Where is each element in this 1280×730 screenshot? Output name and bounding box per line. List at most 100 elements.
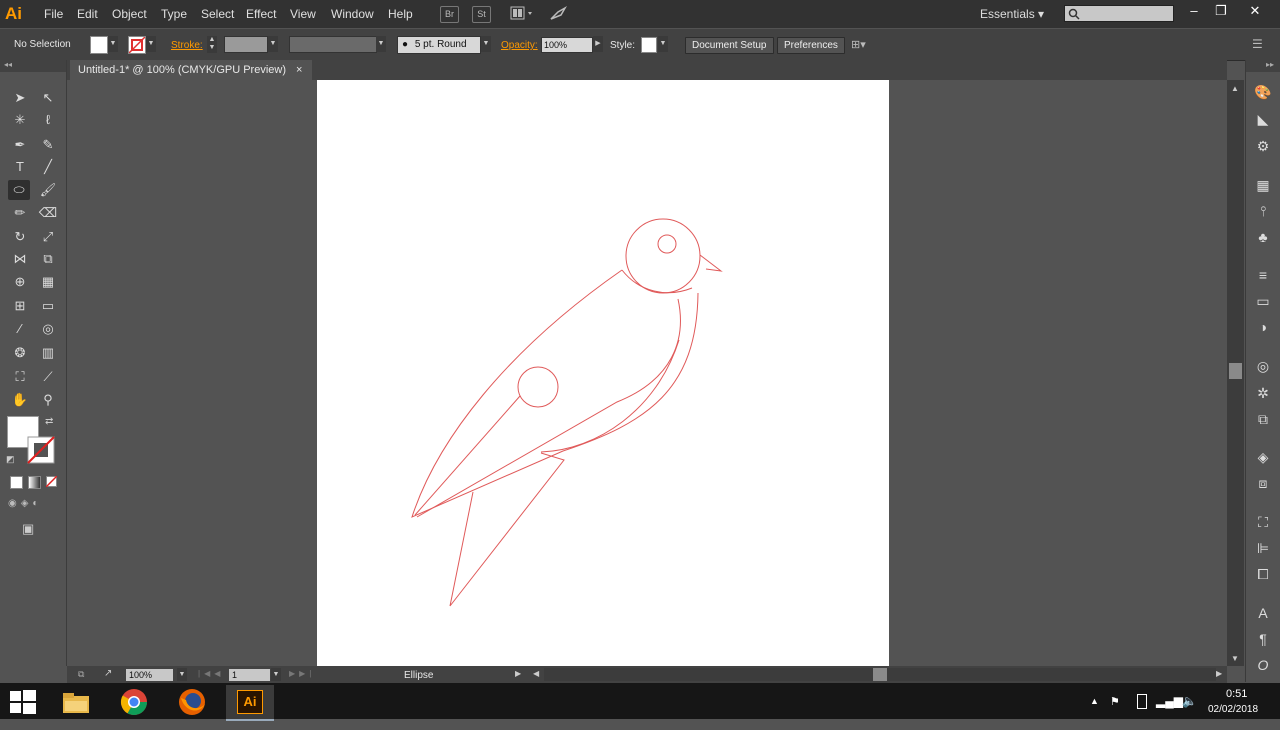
workspace-switcher[interactable]: Essentials ▾: [980, 7, 1044, 21]
layers-icon[interactable]: ◈: [1254, 448, 1272, 466]
screen-mode-icon[interactable]: ▣: [22, 521, 34, 537]
network-icon[interactable]: ▂▄▆: [1156, 694, 1183, 708]
perspective-grid-tool-icon[interactable]: ▦: [37, 272, 59, 292]
symbol-sprayer-tool-icon[interactable]: ❂: [9, 343, 31, 363]
ellipse-tool-icon[interactable]: ⬭: [8, 180, 30, 200]
color-mode-icon[interactable]: [10, 476, 23, 489]
hand-tool-icon[interactable]: ✋: [9, 390, 31, 410]
windows-start-icon[interactable]: [10, 690, 36, 714]
minimize-button[interactable]: –: [1183, 2, 1205, 20]
pathfinder-icon[interactable]: ⧠: [1254, 565, 1272, 583]
gradient-mode-icon[interactable]: [28, 476, 41, 489]
menu-type[interactable]: Type: [161, 7, 187, 21]
volume-icon[interactable]: 🔈: [1182, 694, 1197, 708]
artboard-dropdown[interactable]: ▼: [271, 668, 281, 681]
document-setup-button[interactable]: Document Setup: [685, 37, 774, 54]
dock-header[interactable]: ▸▸: [1246, 60, 1280, 72]
preferences-button[interactable]: Preferences: [777, 37, 845, 54]
artboard-next-icons[interactable]: ▶▶|: [289, 669, 315, 678]
stock-icon[interactable]: St: [472, 6, 491, 23]
document-tab[interactable]: Untitled-1* @ 100% (CMYK/GPU Preview) ×: [70, 60, 312, 80]
blend-tool-icon[interactable]: ◎: [37, 319, 59, 339]
gradient-panel-icon[interactable]: ▭: [1254, 292, 1272, 310]
opacity-field[interactable]: 100%: [541, 37, 593, 53]
menu-help[interactable]: Help: [388, 7, 413, 21]
search-input[interactable]: [1064, 5, 1174, 22]
artboard-tool-icon[interactable]: ⛶: [9, 367, 31, 387]
graphic-style-swatch[interactable]: [641, 37, 657, 53]
appearance-icon[interactable]: ◎: [1254, 357, 1272, 375]
tray-expand-icon[interactable]: ▲: [1090, 696, 1099, 706]
draw-mode-icons[interactable]: ◉◈◐: [8, 498, 60, 511]
stroke-weight-stepper[interactable]: ▲ ▼: [207, 36, 217, 53]
line-tool-icon[interactable]: ╱: [37, 157, 59, 177]
cc-libraries-icon[interactable]: ⚙: [1254, 137, 1272, 155]
rotate-tool-icon[interactable]: ↻: [9, 227, 31, 247]
bird-artwork[interactable]: [317, 80, 889, 667]
menu-view[interactable]: View: [290, 7, 316, 21]
stroke-weight-dropdown[interactable]: ▼: [268, 36, 278, 52]
transparency-icon[interactable]: ◑: [1254, 318, 1272, 336]
asset-export-icon[interactable]: ⧉: [1254, 410, 1272, 428]
stroke-weight-field[interactable]: [224, 36, 268, 53]
scroll-down-icon[interactable]: ▼: [1231, 654, 1239, 663]
menu-object[interactable]: Object: [112, 7, 147, 21]
artboard[interactable]: [317, 80, 889, 667]
expand-panels-icon[interactable]: ▸▸: [1266, 60, 1274, 69]
free-transform-tool-icon[interactable]: ⧉: [37, 249, 59, 269]
gradient-tool-icon[interactable]: ▭: [37, 296, 59, 316]
status-menu-icon[interactable]: ▶: [515, 669, 521, 678]
action-center-flag-icon[interactable]: ⚑: [1110, 695, 1120, 708]
style-dropdown[interactable]: ▼: [658, 36, 668, 52]
graphic-styles-icon[interactable]: ✲: [1254, 384, 1272, 402]
fill-dropdown[interactable]: ▼: [108, 36, 118, 52]
lasso-tool-icon[interactable]: ℓ: [37, 110, 59, 130]
bird-neck[interactable]: [621, 269, 693, 294]
zoom-tool-icon[interactable]: ⚲: [37, 390, 59, 410]
character-icon[interactable]: A: [1254, 604, 1272, 622]
selection-tool-icon[interactable]: ➤: [9, 88, 31, 108]
menu-window[interactable]: Window: [331, 7, 374, 21]
curvature-tool-icon[interactable]: ✎: [37, 135, 59, 155]
direct-selection-tool-icon[interactable]: ↖: [37, 88, 59, 108]
zoom-dropdown[interactable]: ▼: [177, 668, 187, 681]
stroke-dropdown[interactable]: ▼: [146, 36, 156, 52]
type-tool-icon[interactable]: T: [9, 157, 31, 177]
close-window-button[interactable]: ✕: [1244, 2, 1266, 20]
color-guide-icon[interactable]: ◣: [1254, 110, 1272, 128]
menu-select[interactable]: Select: [201, 7, 234, 21]
scroll-right-icon[interactable]: ▶: [1216, 669, 1222, 678]
menu-file[interactable]: File: [44, 7, 63, 21]
column-graph-tool-icon[interactable]: ▥: [37, 343, 59, 363]
stroke-label[interactable]: Stroke:: [171, 40, 203, 51]
paragraph-icon[interactable]: ¶: [1254, 630, 1272, 648]
scale-tool-icon[interactable]: ⤢: [37, 227, 59, 247]
brush-definition[interactable]: ● 5 pt. Round: [397, 36, 481, 54]
profile-dropdown[interactable]: ▼: [376, 36, 386, 52]
illustrator-taskbar-icon[interactable]: Ai: [226, 685, 274, 721]
eraser-tool-icon[interactable]: ⌫: [37, 203, 59, 223]
opacity-arrow[interactable]: ▶: [593, 36, 603, 52]
clock-date[interactable]: 02/02/2018: [1208, 704, 1258, 715]
bird-belly[interactable]: [540, 339, 680, 453]
panel-menu-icon[interactable]: ☰: [1252, 37, 1263, 51]
firefox-icon[interactable]: [168, 685, 216, 719]
vertical-scroll-thumb[interactable]: [1229, 363, 1242, 379]
bird-beak[interactable]: [699, 254, 723, 272]
artboards-panel-icon[interactable]: ⧈: [1254, 474, 1272, 492]
width-tool-icon[interactable]: ⋈: [9, 249, 31, 269]
paintbrush-tool-icon[interactable]: 🖌: [37, 180, 59, 200]
clock-time[interactable]: 0:51: [1226, 688, 1247, 700]
close-tab-icon[interactable]: ×: [296, 60, 302, 80]
select-similar-icon[interactable]: ⊞▾: [851, 38, 866, 51]
collapse-icon[interactable]: ◂◂: [4, 60, 12, 69]
menu-effect[interactable]: Effect: [246, 7, 276, 21]
bird-eye[interactable]: [657, 234, 677, 254]
symbols-icon[interactable]: ♣: [1254, 228, 1272, 246]
align-icon[interactable]: ⊫: [1254, 539, 1272, 557]
bird-body[interactable]: [411, 269, 699, 518]
mesh-tool-icon[interactable]: ⊞: [9, 296, 31, 316]
color-panel-icon[interactable]: 🎨: [1254, 83, 1272, 101]
arrange-documents-icon[interactable]: [509, 5, 537, 22]
brushes-icon[interactable]: ⫯: [1254, 202, 1272, 220]
